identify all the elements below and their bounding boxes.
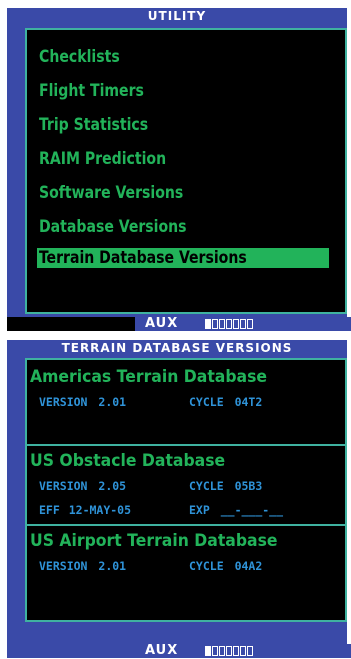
page-box-5: [233, 319, 239, 329]
db-us-obstacle: US Obstacle Database VERSION 2.05 CYCLE …: [27, 450, 345, 530]
page-box-3: [219, 646, 225, 656]
db-name: US Airport Terrain Database: [30, 531, 278, 551]
menu-item-raim-prediction[interactable]: RAIM Prediction: [39, 146, 166, 172]
page-indicator: [205, 319, 253, 329]
cycle-value: 05B3: [234, 479, 263, 493]
aux-label: AUX: [145, 643, 179, 658]
exp-label: EXP: [189, 503, 210, 517]
version-value: 2.01: [98, 559, 127, 573]
cycle-value: 04A2: [234, 559, 263, 573]
version-value: 2.05: [98, 479, 127, 493]
section-divider: [27, 444, 345, 446]
terrain-db-panel: Americas Terrain Database VERSION 2.01 C…: [25, 358, 347, 622]
eff-label: EFF: [39, 503, 60, 517]
menu-item-trip-statistics[interactable]: Trip Statistics: [39, 112, 148, 138]
utility-screen: UTILITY Checklists Flight Timers Trip St…: [7, 8, 351, 331]
utility-menu-panel: Checklists Flight Timers Trip Statistics…: [25, 28, 347, 314]
page-box-2: [212, 646, 218, 656]
menu-item-checklists[interactable]: Checklists: [39, 44, 120, 70]
eff-value: 12-MAY-05: [68, 503, 132, 517]
cycle-value: 04T2: [234, 395, 263, 409]
version-label: VERSION: [39, 395, 88, 409]
page-box-2: [212, 319, 218, 329]
db-version-row: VERSION 2.01: [39, 394, 126, 410]
page-box-3: [219, 319, 225, 329]
db-version-row: VERSION 2.01: [39, 558, 126, 574]
db-name: Americas Terrain Database: [30, 367, 268, 387]
menu-item-terrain-database-versions-label: Terrain Database Versions: [39, 248, 247, 268]
cycle-label: CYCLE: [189, 479, 224, 493]
db-version-row: VERSION 2.05: [39, 478, 126, 494]
utility-status-bar: AUX: [7, 317, 351, 331]
db-us-airport-terrain: US Airport Terrain Database VERSION 2.01…: [27, 530, 345, 590]
db-cycle-row: CYCLE 04A2: [189, 558, 262, 574]
version-label: VERSION: [39, 559, 88, 573]
page-indicator: [205, 646, 253, 656]
aux-indicator: AUX: [135, 317, 351, 331]
menu-item-database-versions[interactable]: Database Versions: [39, 214, 187, 240]
page-box-1: [205, 646, 211, 656]
menu-item-terrain-database-versions[interactable]: Terrain Database Versions: [37, 248, 329, 268]
page-box-6: [240, 646, 246, 656]
utility-title: UTILITY: [7, 8, 347, 24]
page-box-5: [233, 646, 239, 656]
cycle-label: CYCLE: [189, 559, 224, 573]
db-cycle-row: CYCLE 04T2: [189, 394, 262, 410]
menu-item-flight-timers[interactable]: Flight Timers: [39, 78, 144, 104]
terrain-title: TERRAIN DATABASE VERSIONS: [7, 340, 347, 356]
db-name: US Obstacle Database: [30, 451, 226, 471]
db-eff-row: EFF 12-MAY-05: [39, 502, 131, 518]
version-label: VERSION: [39, 479, 88, 493]
exp-value: __-___-__: [220, 503, 284, 517]
cycle-label: CYCLE: [189, 395, 224, 409]
page-box-4: [226, 319, 232, 329]
terrain-status-bar: AUX: [7, 644, 351, 658]
section-divider: [27, 524, 345, 526]
terrain-screen: TERRAIN DATABASE VERSIONS Americas Terra…: [7, 340, 351, 658]
db-exp-row: EXP __-___-__: [189, 502, 283, 518]
page-box-6: [240, 319, 246, 329]
page-box-7: [247, 646, 253, 656]
menu-item-software-versions[interactable]: Software Versions: [39, 180, 183, 206]
version-value: 2.01: [98, 395, 127, 409]
aux-indicator: AUX: [135, 644, 351, 658]
db-cycle-row: CYCLE 05B3: [189, 478, 262, 494]
page-box-4: [226, 646, 232, 656]
db-americas-terrain: Americas Terrain Database VERSION 2.01 C…: [27, 366, 345, 426]
page-box-1: [205, 319, 211, 329]
page-box-7: [247, 319, 253, 329]
aux-label: AUX: [145, 316, 179, 331]
